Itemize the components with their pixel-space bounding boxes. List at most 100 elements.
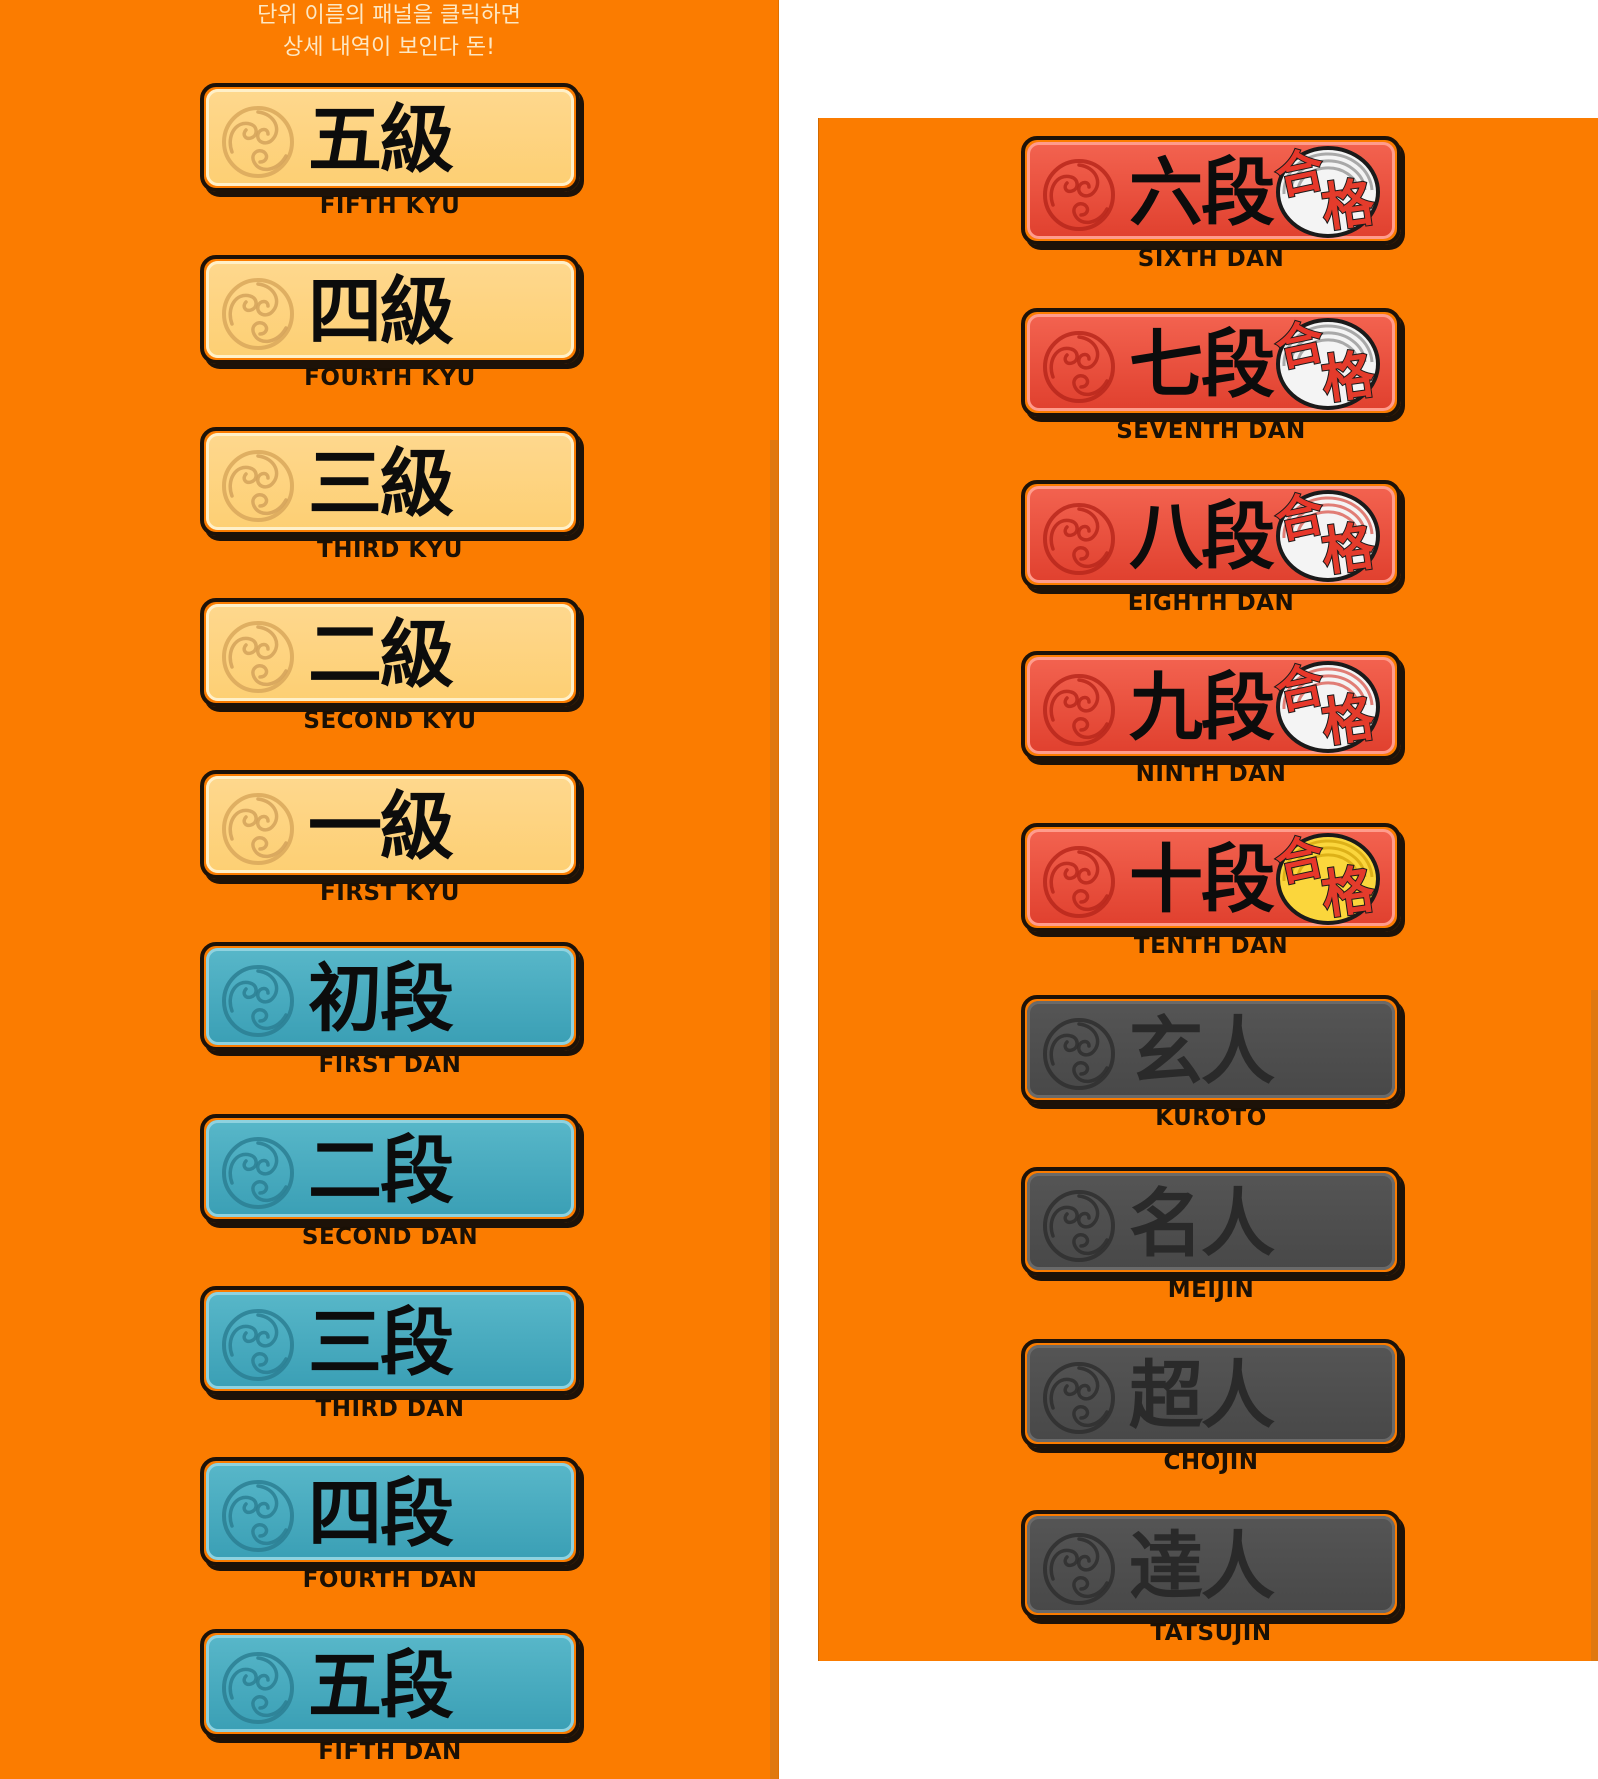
rank-item-tenth-dan[interactable]: 十段合格 TENTH DAN: [1021, 823, 1401, 973]
rank-panel-button[interactable]: 六段合格: [1021, 136, 1401, 245]
pass-seal-icon: 合格: [1270, 484, 1382, 586]
instruction-line-1: 단위 이름의 패널을 클릭하면: [257, 3, 521, 28]
tomoe-crest-icon: [222, 1652, 294, 1725]
rank-item-ninth-dan[interactable]: 九段合格 NINTH DAN: [1021, 651, 1401, 801]
rank-label: SIXTH DAN: [1137, 246, 1285, 272]
tomoe-crest-icon: [222, 106, 294, 178]
rank-panel-button[interactable]: 五級: [200, 83, 580, 192]
instruction-text: 단위 이름의 패널을 클릭하면 상세 내역이 보인다 돈!: [0, 0, 778, 64]
rank-kanji-title: 五段: [308, 1643, 454, 1730]
rank-kanji-title: 四級: [308, 268, 454, 355]
rank-label: TATSUJIN: [1150, 1620, 1272, 1647]
rank-panel-button[interactable]: 四級: [200, 254, 580, 364]
tomoe-crest-icon: [222, 449, 294, 522]
rank-item-first-dan[interactable]: 初段 FIRST DAN: [200, 942, 580, 1092]
rank-panel-button[interactable]: 五段: [200, 1629, 580, 1739]
instruction-line-2: 상세 내역이 보인다 돈!: [283, 35, 495, 60]
pass-seal-char-2: 格: [1317, 514, 1379, 584]
rank-item-fifth-dan[interactable]: 五段 FIFTH DAN: [200, 1629, 580, 1779]
tomoe-crest-icon: [1043, 330, 1115, 403]
rank-label: FOURTH DAN: [302, 1567, 478, 1594]
rank-kanji-title: 十段: [1129, 837, 1275, 924]
pass-seal-icon: 合格: [1270, 141, 1382, 242]
rank-label: SECOND KYU: [303, 708, 477, 735]
rank-kanji-title: 五級: [308, 97, 454, 183]
rank-label: EIGHTH DAN: [1127, 589, 1295, 616]
pass-seal-icon: 合格: [1270, 656, 1382, 757]
rank-panel-button[interactable]: 四段: [200, 1457, 580, 1567]
tomoe-crest-icon: [222, 621, 294, 694]
rank-panel-button[interactable]: 玄人: [1021, 995, 1401, 1104]
tomoe-crest-icon: [1043, 1533, 1115, 1606]
rank-panel-button[interactable]: 超人: [1021, 1338, 1401, 1448]
rank-panel-button[interactable]: 十段合格: [1021, 823, 1401, 933]
rank-kanji-title: 名人: [1129, 1180, 1275, 1267]
rank-panel-button[interactable]: 三級: [200, 426, 580, 536]
rank-item-third-kyu[interactable]: 三級 THIRD KYU: [200, 426, 580, 577]
rank-item-meijin[interactable]: 名人 MEIJIN: [1021, 1166, 1401, 1317]
rank-label: FIFTH DAN: [318, 1739, 462, 1766]
tomoe-crest-icon: [222, 965, 294, 1037]
rank-panel-button[interactable]: 初段: [200, 942, 580, 1051]
tomoe-crest-icon: [222, 277, 294, 350]
rank-label: FIRST KYU: [320, 880, 460, 907]
rank-label: FIRST DAN: [318, 1052, 462, 1078]
rank-label: FOURTH KYU: [304, 364, 476, 391]
pass-seal-char-2: 格: [1317, 171, 1379, 241]
rank-kanji-title: 初段: [308, 956, 454, 1042]
tomoe-crest-icon: [222, 1308, 294, 1381]
rank-item-sixth-dan[interactable]: 六段合格 SIXTH DAN: [1021, 136, 1401, 286]
rank-item-seventh-dan[interactable]: 七段合格 SEVENTH DAN: [1021, 307, 1401, 458]
rank-item-second-kyu[interactable]: 二級 SECOND KYU: [200, 598, 580, 748]
tomoe-crest-icon: [1043, 502, 1115, 575]
tomoe-crest-icon: [1043, 674, 1115, 747]
tomoe-crest-icon: [1043, 1018, 1115, 1090]
rank-kanji-title: 七段: [1129, 321, 1275, 408]
rank-panel-button[interactable]: 名人: [1021, 1166, 1401, 1276]
rank-panel-button[interactable]: 二級: [200, 598, 580, 708]
rank-item-fourth-dan[interactable]: 四段 FOURTH DAN: [200, 1457, 580, 1607]
rank-item-fourth-kyu[interactable]: 四級 FOURTH KYU: [200, 254, 580, 405]
pass-seal-icon: 合格: [1270, 828, 1382, 929]
pass-seal-char-2: 格: [1317, 686, 1379, 756]
tomoe-crest-icon: [222, 1136, 294, 1209]
rank-item-third-dan[interactable]: 三段 THIRD DAN: [200, 1285, 580, 1436]
rank-item-chojin[interactable]: 超人 CHOJIN: [1021, 1338, 1401, 1489]
rank-label: NINTH DAN: [1135, 761, 1287, 788]
pass-seal-char-2: 格: [1317, 858, 1379, 928]
pass-seal-char-2: 格: [1317, 342, 1379, 412]
pass-seal-icon: 合格: [1270, 312, 1382, 414]
rank-panel-button[interactable]: 一級: [200, 770, 580, 880]
rank-kanji-title: 一級: [308, 784, 454, 871]
rank-item-tatsujin[interactable]: 達人 TATSUJIN: [1021, 1510, 1401, 1660]
right-scrollbar[interactable]: [1591, 990, 1598, 1661]
rank-label: THIRD KYU: [317, 536, 463, 563]
rank-kanji-title: 二級: [308, 612, 454, 699]
tomoe-crest-icon: [1043, 846, 1115, 919]
rank-label: SEVENTH DAN: [1116, 417, 1306, 444]
rank-item-first-kyu[interactable]: 一級 FIRST KYU: [200, 770, 580, 920]
rank-label: THIRD DAN: [315, 1395, 465, 1422]
rank-panel-button[interactable]: 二段: [200, 1113, 580, 1223]
rank-kanji-title: 三段: [308, 1299, 454, 1386]
rank-item-second-dan[interactable]: 二段 SECOND DAN: [200, 1113, 580, 1264]
left-scrollbar[interactable]: [770, 440, 778, 1779]
rank-panel-button[interactable]: 八段合格: [1021, 479, 1401, 589]
rank-kanji-title: 三級: [308, 440, 454, 527]
rank-label: KUROTO: [1155, 1105, 1267, 1131]
rank-panel-button[interactable]: 三段: [200, 1285, 580, 1395]
rank-panel-button[interactable]: 七段合格: [1021, 307, 1401, 417]
rank-kanji-title: 二段: [308, 1127, 454, 1214]
rank-kanji-title: 六段: [1129, 150, 1275, 236]
rank-label: MEIJIN: [1167, 1276, 1255, 1303]
rank-item-fifth-kyu[interactable]: 五級 FIFTH KYU: [200, 83, 580, 233]
rank-label: TENTH DAN: [1133, 933, 1289, 960]
tomoe-crest-icon: [1043, 159, 1115, 231]
rank-panel-button[interactable]: 達人: [1021, 1510, 1401, 1620]
tomoe-crest-icon: [1043, 1361, 1115, 1434]
rank-item-eighth-dan[interactable]: 八段合格 EIGHTH DAN: [1021, 479, 1401, 630]
tomoe-crest-icon: [222, 793, 294, 866]
rank-item-kuroto[interactable]: 玄人 KUROTO: [1021, 995, 1401, 1145]
rank-label: FIFTH KYU: [319, 193, 461, 219]
rank-panel-button[interactable]: 九段合格: [1021, 651, 1401, 761]
